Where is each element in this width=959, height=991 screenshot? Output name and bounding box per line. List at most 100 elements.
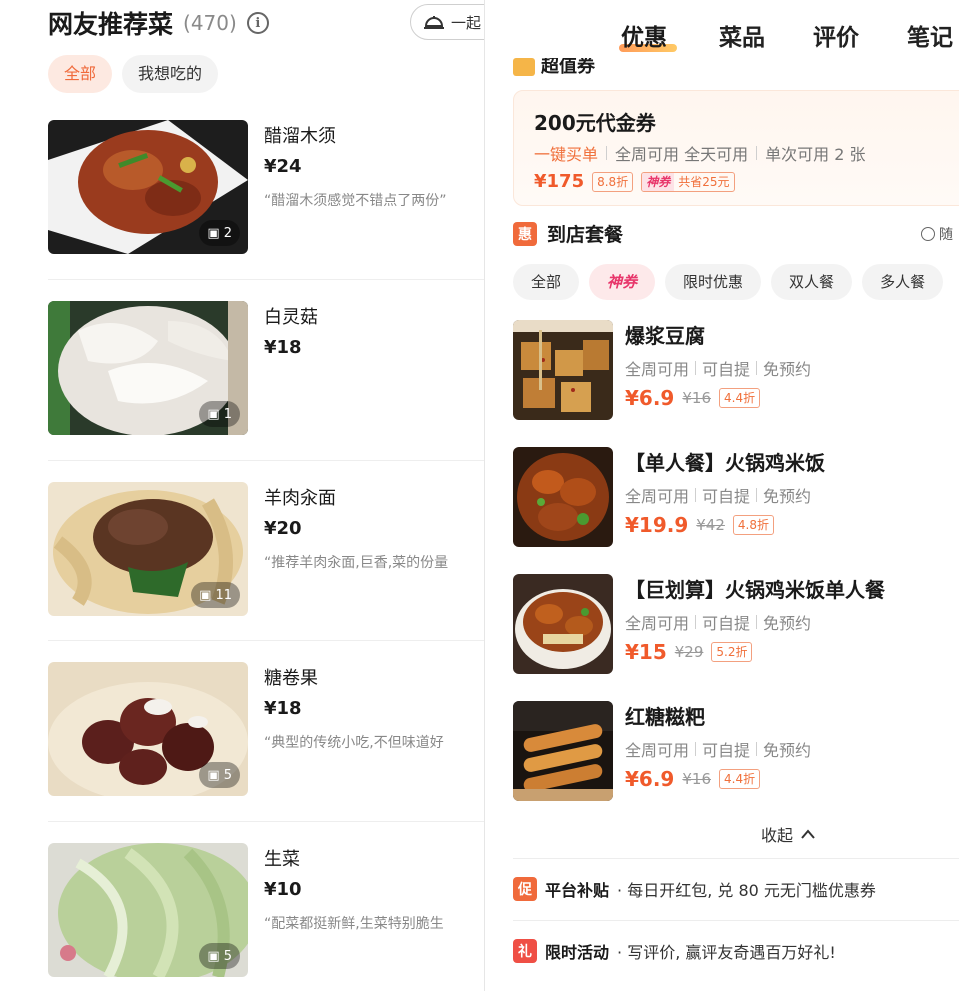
dish-photo: ▣ 5 <box>48 843 248 977</box>
tab-bar: 优惠 菜品 评价 笔记 <box>485 0 959 58</box>
package-filter-limited-offer[interactable]: 限时优惠 <box>665 264 762 300</box>
dish-photo: ▣ 11 <box>48 482 248 616</box>
deal-discount-badge: 4.4折 <box>719 388 761 408</box>
deal-item[interactable]: 红糖糍粑 全周可用 可自提 免预约 ¥6.9 ¥16 4.4折 <box>513 701 953 801</box>
dish-item[interactable]: ▣ 5 生菜 ¥10 “配菜都挺新鲜,生菜特别脆生 <box>48 843 484 977</box>
deal-price-row: ¥6.9 ¥16 4.4折 <box>625 386 761 410</box>
platform-subsidy-row[interactable]: 促 平台补贴 · 每日开红包, 兑 80 元无门槛优惠券 <box>513 877 876 901</box>
deal-name: 【单人餐】火锅鸡米饭 <box>625 451 825 475</box>
deal-term: 免预约 <box>763 487 812 506</box>
deal-price-row: ¥15 ¥29 5.2折 <box>625 640 753 664</box>
refund-anytime-label: 随 <box>939 227 953 243</box>
separator <box>756 742 758 756</box>
deal-term: 可自提 <box>702 487 751 506</box>
photo-count: 5 <box>223 767 232 783</box>
filter-want-to-eat[interactable]: 我想吃的 <box>122 55 219 93</box>
deal-terms: 全周可用 可自提 免预约 <box>625 483 811 507</box>
deal-price-row: ¥19.9 ¥42 4.8折 <box>625 513 774 537</box>
deal-discount-badge: 5.2折 <box>711 642 753 662</box>
dish-item[interactable]: ▣ 2 醋溜木须 ¥24 “醋溜木须感觉不错点了两份” <box>48 120 484 254</box>
promotion-icon: 促 <box>513 877 537 901</box>
image-icon: ▣ <box>199 587 212 603</box>
deal-term: 全周可用 <box>625 487 690 506</box>
collapse-button[interactable]: 收起 <box>761 822 815 846</box>
separator <box>695 615 697 629</box>
deal-terms: 全周可用 可自提 免预约 <box>625 610 811 634</box>
order-together-button[interactable]: 一起 <box>410 4 484 40</box>
tab-dishes[interactable]: 菜品 <box>719 18 765 52</box>
dish-item[interactable]: ▣ 11 羊肉汆面 ¥20 “推荐羊肉汆面,巨香,菜的份量 <box>48 482 484 616</box>
photo-count: 11 <box>215 587 232 603</box>
deal-name: 爆浆豆腐 <box>625 324 705 348</box>
promo-text: · 每日开红包, 兑 80 元无门槛优惠券 <box>617 881 876 900</box>
package-filter-for-two[interactable]: 双人餐 <box>771 264 853 300</box>
deal-price-row: ¥6.9 ¥16 4.4折 <box>625 767 761 791</box>
dish-item[interactable]: ▣ 5 糖卷果 ¥18 “典型的传统小吃,不但味道好 <box>48 662 484 796</box>
deal-price: ¥19.9 <box>625 513 689 537</box>
one-click-pay-link[interactable]: 一键买单 <box>534 141 598 165</box>
dish-photo: ▣ 5 <box>48 662 248 796</box>
image-icon: ▣ <box>207 406 220 422</box>
image-icon: ▣ <box>207 948 220 964</box>
info-icon[interactable]: i <box>246 12 269 34</box>
deal-original-price: ¥16 <box>682 389 711 407</box>
voucher-card[interactable]: 200元代金券 一键买单 全周可用 全天可用 单次可用 2 张 ¥175 8.8… <box>513 90 959 206</box>
voucher-icon <box>513 58 535 76</box>
tab-offers[interactable]: 优惠 <box>621 18 667 52</box>
dish-item[interactable]: ▣ 1 白灵菇 ¥18 <box>48 301 484 435</box>
deal-term: 免预约 <box>763 741 812 760</box>
tab-reviews[interactable]: 评价 <box>813 18 859 52</box>
collapse-label: 收起 <box>761 826 794 845</box>
dish-name: 羊肉汆面 <box>264 488 336 509</box>
separator <box>695 488 697 502</box>
deal-item[interactable]: 【单人餐】火锅鸡米饭 全周可用 可自提 免预约 ¥19.9 ¥42 4.8折 <box>513 447 953 547</box>
recommended-title: 网友推荐菜 <box>48 10 174 39</box>
deal-original-price: ¥29 <box>674 643 704 661</box>
voucher-availability: 全周可用 全天可用 <box>615 145 749 164</box>
package-filter-super-coupon[interactable]: 神券 <box>589 264 656 300</box>
deal-photo <box>513 574 613 674</box>
deal-term: 免预约 <box>763 360 812 379</box>
deal-term: 全周可用 <box>625 360 690 379</box>
package-filter-all[interactable]: 全部 <box>513 264 580 300</box>
deal-term: 可自提 <box>702 741 751 760</box>
divider <box>48 821 484 822</box>
deal-term: 免预约 <box>763 614 812 633</box>
promo-text: · 写评价, 赢评友奇遇百万好礼! <box>617 943 836 962</box>
serving-dish-icon <box>424 16 444 29</box>
dish-price: ¥10 <box>264 879 302 900</box>
dish-review: “配菜都挺新鲜,生菜特别脆生 <box>264 916 444 932</box>
dish-review: “典型的传统小吃,不但味道好 <box>264 735 444 751</box>
dish-review: “醋溜木须感觉不错点了两份” <box>264 193 447 209</box>
separator <box>695 361 697 375</box>
divider <box>48 460 484 461</box>
tab-notes[interactable]: 笔记 <box>907 18 953 52</box>
deal-item[interactable]: 爆浆豆腐 全周可用 可自提 免预约 ¥6.9 ¥16 4.4折 <box>513 320 953 420</box>
separator <box>756 488 758 502</box>
deal-term: 可自提 <box>702 614 751 633</box>
limited-event-row[interactable]: 礼 限时活动 · 写评价, 赢评友奇遇百万好礼! <box>513 939 836 963</box>
divider <box>48 279 484 280</box>
deal-term: 可自提 <box>702 360 751 379</box>
photo-count-badge: ▣ 2 <box>199 220 240 246</box>
separator <box>606 146 608 160</box>
deal-photo <box>513 701 613 801</box>
divider <box>48 640 484 641</box>
photo-count-badge: ▣ 5 <box>199 943 240 969</box>
deal-item[interactable]: 【巨划算】火锅鸡米饭单人餐 全周可用 可自提 免预约 ¥15 ¥29 5.2折 <box>513 574 953 674</box>
deal-original-price: ¥42 <box>696 516 725 534</box>
super-coupon-saving: 共省25元 <box>678 174 730 189</box>
deal-price: ¥6.9 <box>625 386 675 410</box>
voucher-title: 200元代金券 <box>534 111 656 135</box>
dish-name: 糖卷果 <box>264 668 318 689</box>
check-circle-icon <box>921 227 935 241</box>
dish-price: ¥20 <box>264 518 302 539</box>
package-filter-group[interactable]: 多人餐 <box>862 264 944 300</box>
package-section-title: 到店套餐 <box>547 224 624 246</box>
deal-terms: 全周可用 可自提 免预约 <box>625 356 811 380</box>
filter-all[interactable]: 全部 <box>48 55 113 93</box>
dish-filter-bar: 全部 我想吃的 <box>48 55 219 93</box>
voucher-price: ¥175 <box>534 171 585 192</box>
deal-term: 全周可用 <box>625 741 690 760</box>
order-together-label: 一起 <box>451 13 482 32</box>
